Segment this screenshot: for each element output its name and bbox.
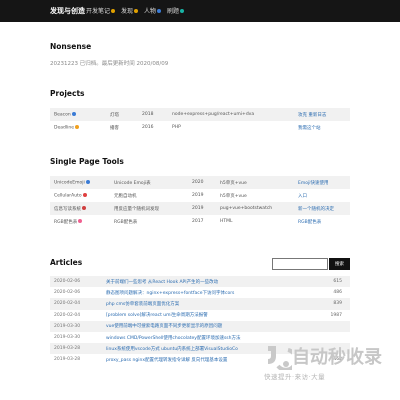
tool-year: 2020 (188, 176, 216, 189)
tool-year: 2019 (192, 193, 204, 198)
article-date: 2020-02-04 (54, 312, 81, 318)
section-heading-projects: Projects (50, 89, 85, 98)
nav-item-exercises[interactable]: 刷题 (167, 6, 185, 15)
tool-link[interactable]: RGB配色表 (294, 215, 350, 228)
person-icon (157, 8, 162, 13)
article-title[interactable]: 关于前端们一些思考 从React Hook API产生的一些改动 (102, 276, 312, 288)
table-row[interactable]: 2019-03-30 vue使用前端中可搜索电路页面不同步更新显示的原因问题 (50, 320, 350, 332)
watermark: 自动秒收录 快速提升·来访·大量 (262, 340, 398, 400)
project-desc: 灯塔 (106, 108, 138, 121)
drop-icon (71, 111, 76, 116)
project-name[interactable]: Deadline (50, 121, 106, 134)
tool-desc: 用反应量个随机词发现 (110, 202, 188, 215)
car-icon (82, 206, 86, 210)
tool-stack: pug+vue+bootstwatch (216, 202, 294, 215)
table-row[interactable]: 2020-02-06 关于前端们一些思考 从React Hook API产生的一些… (50, 276, 350, 288)
watermark-text: 自动秒收录 (292, 347, 382, 368)
article-date: 2020-02-04 (50, 298, 102, 310)
article-title[interactable]: [problem solve]解决react umi生命周期方法报警 (102, 310, 312, 321)
tool-desc: 元胞自动机 (114, 193, 137, 199)
pill-icon (82, 192, 87, 197)
pencil-icon (111, 8, 116, 13)
section-heading-nonsense: Nonsense (50, 42, 92, 51)
table-row: Deadline 播客 2016 PHP 我需这个站 (50, 121, 350, 134)
watermark-logo-icon (268, 346, 292, 370)
article-date: 2019-03-28 (54, 357, 81, 363)
main-nav: 开发笔记 发现 人物 刷题 (86, 6, 185, 15)
tool-desc: RGB配色表 (114, 219, 138, 225)
site-brand[interactable]: 发现与创造 (50, 6, 85, 16)
tool-link[interactable]: Emoji快速使用 (294, 176, 350, 189)
nav-label: 开发笔记 (86, 8, 111, 15)
article-views: 839 (312, 298, 350, 310)
article-title[interactable]: 静态图项问题解决：nginx+express+fontface下访问字体cors (102, 287, 312, 298)
archive-note: 20231223 已归档。最后更新时间 2020/08/09 (50, 61, 169, 67)
globe-icon (85, 179, 90, 184)
nav-label: 人物 (144, 8, 157, 15)
table-row[interactable]: 2020-02-04 [problem solve]解决react umi生命周期… (50, 310, 350, 321)
tool-stack: HTML (220, 219, 233, 224)
table-row: 信息写读系统 用反应量个随机词发现 2019 pug+vue+bootstwat… (50, 202, 350, 215)
tool-stack: h5单页+vue (220, 193, 247, 199)
projects-table: Beacon 灯塔 2018 node+express+pug/react+um… (50, 108, 350, 134)
tool-year: 2017 (192, 219, 204, 224)
palette-icon (78, 219, 83, 223)
article-title[interactable]: vue使用前端中可搜索电路页面不同步更新显示的原因问题 (102, 320, 312, 332)
top-navbar: 发现与创造 开发笔记 发现 人物 刷题 (0, 0, 400, 22)
watermark-subtext: 快速提升·来访·大量 (264, 373, 326, 381)
nav-label: 发现 (121, 8, 134, 15)
tool-stack: h5单页+vue (216, 176, 294, 189)
nav-label: 刷题 (167, 8, 180, 15)
article-title[interactable]: php cms仿单套装前端页面优化方案 (102, 298, 312, 310)
clock-icon (74, 124, 79, 129)
article-date: 2019-03-30 (54, 335, 81, 341)
table-row: CellularAuto 元胞自动机 2019 h5单页+vue 入口 (50, 189, 350, 202)
article-views: 1987 (330, 312, 342, 318)
project-stack: node+express+pug/react+umi+dva (168, 108, 294, 121)
tool-name[interactable]: CellularAuto (50, 189, 110, 202)
article-views (312, 320, 350, 332)
nav-item-people[interactable]: 人物 (144, 6, 162, 15)
tools-table: UnicodeEmoji Unicode Emoji表 2020 h5单页+vu… (50, 176, 350, 228)
article-date: 2019-03-28 (50, 343, 102, 355)
project-desc: 播客 (110, 125, 119, 131)
project-year: 2016 (142, 125, 154, 130)
section-heading-tools: Single Page Tools (50, 157, 124, 166)
project-name[interactable]: Beacon (50, 108, 106, 121)
tool-desc: Unicode Emoji表 (110, 176, 188, 189)
search-button[interactable]: 搜索 (329, 258, 350, 270)
project-stack: PHP (172, 125, 181, 130)
table-row: UnicodeEmoji Unicode Emoji表 2020 h5单页+vu… (50, 176, 350, 189)
puzzle-icon (180, 8, 185, 13)
project-link[interactable]: 攻克 重新日志 (294, 108, 350, 121)
article-date: 2020-02-06 (50, 276, 102, 288)
table-row[interactable]: 2020-02-04 php cms仿单套装前端页面优化方案 839 (50, 298, 350, 310)
article-date: 2019-03-30 (50, 320, 102, 332)
tool-name[interactable]: RGB配色表 (50, 215, 110, 228)
project-year: 2018 (138, 108, 168, 121)
tool-link[interactable]: 入口 (294, 189, 350, 202)
article-views: 615 (312, 276, 350, 288)
tool-link[interactable]: 新一个随机的决定 (294, 202, 350, 215)
bulb-icon (134, 8, 139, 13)
search-input[interactable] (272, 258, 328, 270)
table-row[interactable]: 2020-02-06 静态图项问题解决：nginx+express+fontfac… (50, 287, 350, 298)
article-views: 486 (333, 290, 342, 296)
article-date: 2020-02-06 (54, 290, 81, 296)
table-row: Beacon 灯塔 2018 node+express+pug/react+um… (50, 108, 350, 121)
nav-item-discover[interactable]: 发现 (121, 6, 139, 15)
tool-year: 2019 (188, 202, 216, 215)
tool-name[interactable]: 信息写读系统 (50, 202, 110, 215)
table-row: RGB配色表 RGB配色表 2017 HTML RGB配色表 (50, 215, 350, 228)
tool-name[interactable]: UnicodeEmoji (50, 176, 110, 189)
project-link[interactable]: 我需这个站 (294, 121, 350, 134)
section-heading-articles: Articles (50, 258, 83, 267)
nav-item-dev-notes[interactable]: 开发笔记 (86, 6, 116, 15)
